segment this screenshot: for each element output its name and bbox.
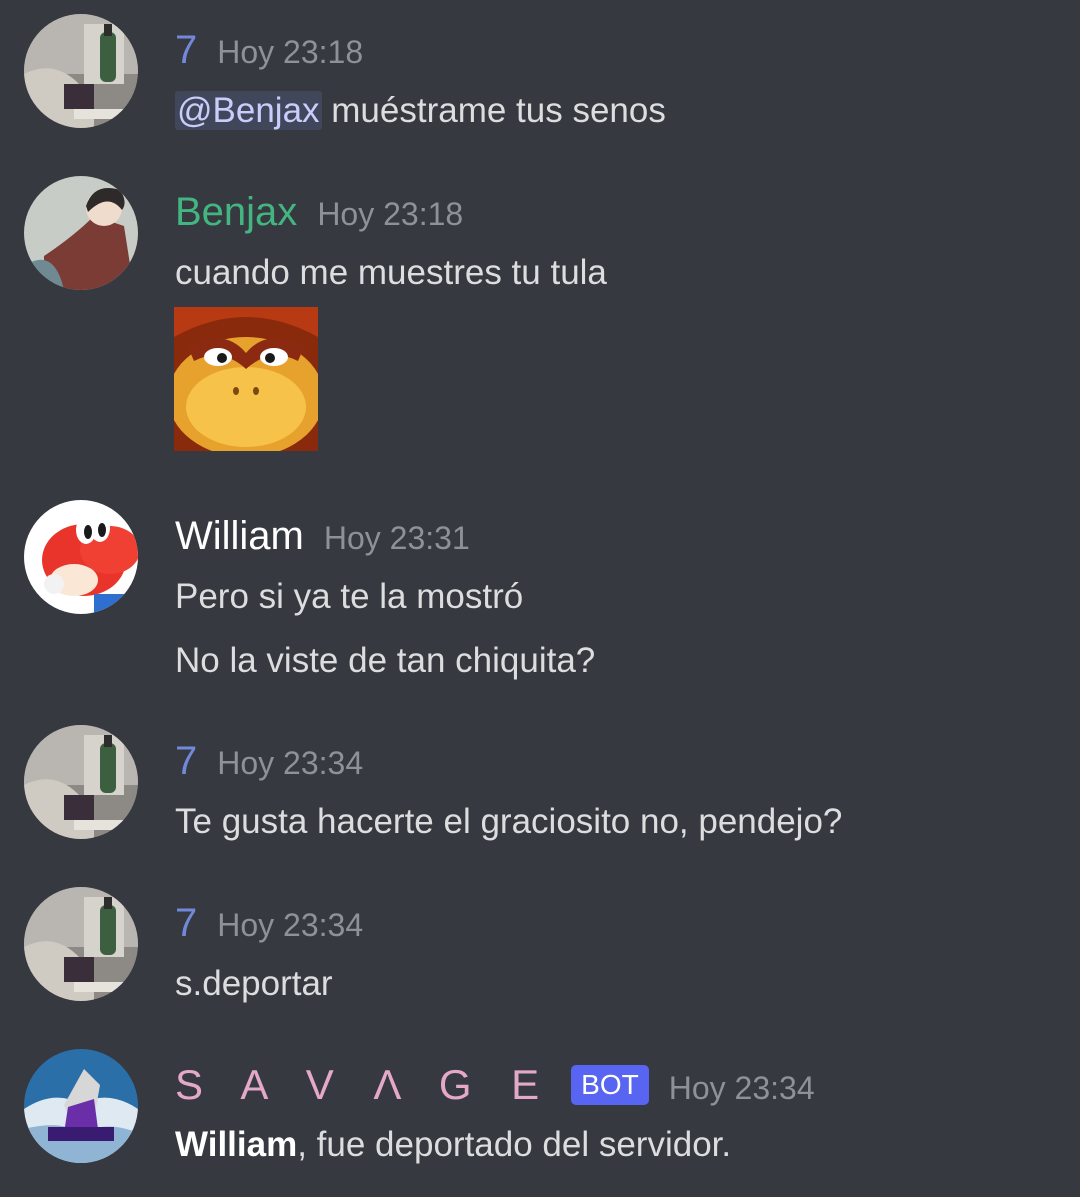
bottle-photo-avatar[interactable] [24, 887, 138, 1001]
wolf-logo-avatar[interactable] [24, 1049, 138, 1163]
timestamp: Hoy 23:18 [217, 34, 364, 70]
timestamp: Hoy 23:34 [217, 745, 364, 781]
timestamp: Hoy 23:18 [317, 196, 464, 232]
user-mention[interactable]: @Benjax [175, 91, 322, 130]
username[interactable]: S A V Λ G E [175, 1060, 553, 1110]
message-text: Te gusta hacerte el graciosito no, pende… [175, 802, 843, 841]
username[interactable]: 7 [175, 736, 197, 786]
donkey-kong-face-emoji[interactable] [174, 307, 318, 451]
username[interactable]: Benjax [175, 187, 297, 237]
red-yoshi-avatar[interactable] [24, 500, 138, 614]
timestamp: Hoy 23:31 [323, 520, 470, 556]
username[interactable]: 7 [175, 25, 197, 75]
anime-character-avatar[interactable] [24, 176, 138, 290]
message-text: No la viste de tan chiquita? [175, 641, 596, 680]
bold-username: William [175, 1125, 298, 1164]
timestamp: Hoy 23:34 [668, 1070, 815, 1106]
bot-tag: BOT [571, 1065, 649, 1105]
message-text: @Benjax muéstrame tus senos [175, 91, 666, 130]
bottle-photo-avatar[interactable] [24, 725, 138, 839]
timestamp: Hoy 23:34 [217, 907, 364, 943]
message-text: s.deportar [175, 964, 333, 1003]
message-text: Pero si ya te la mostró [175, 577, 524, 616]
username[interactable]: William [175, 511, 304, 561]
username[interactable]: 7 [175, 898, 197, 948]
bottle-photo-avatar[interactable] [24, 14, 138, 128]
message-text: William, fue deportado del servidor. [175, 1125, 732, 1164]
message-text: cuando me muestres tu tula [175, 253, 607, 292]
